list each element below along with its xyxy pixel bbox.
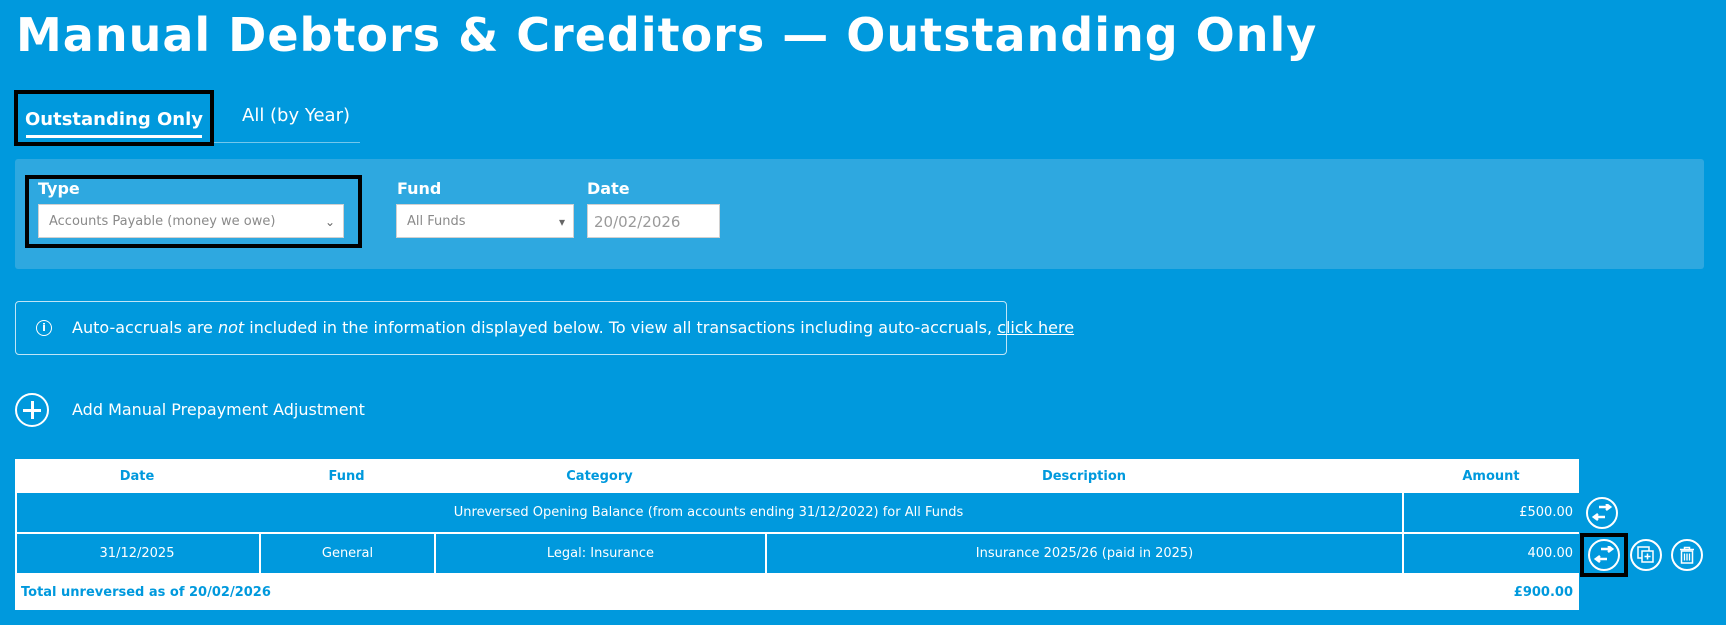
fund-label: Fund	[397, 179, 442, 198]
fund-select-value: All Funds	[407, 214, 466, 229]
column-header-date: Date	[119, 468, 155, 484]
row-description: Insurance 2025/26 (paid in 2025)	[767, 534, 1404, 573]
table-row: 31/12/2025 General Legal: Insurance Insu…	[15, 534, 1579, 575]
add-prepayment-adjustment-button[interactable]: Add Manual Prepayment Adjustment	[72, 400, 365, 419]
trash-icon[interactable]	[1671, 539, 1703, 571]
chevron-down-icon: ⌄	[324, 215, 335, 229]
opening-balance-description: Unreversed Opening Balance (from account…	[15, 493, 1404, 532]
reverse-arrows-icon[interactable]	[1586, 497, 1618, 529]
row-date: 31/12/2025	[15, 534, 261, 573]
table-left-border	[15, 493, 17, 575]
table-header: Date Fund Category Description Amount	[15, 459, 1579, 493]
info-message: Auto-accruals are not included in the in…	[72, 318, 1074, 337]
reverse-arrows-icon[interactable]	[1588, 539, 1620, 571]
date-input[interactable]: 20/02/2026	[587, 204, 720, 238]
tab-bar: Outstanding Only All (by Year)	[14, 90, 360, 146]
tab-outstanding-only[interactable]: Outstanding Only	[14, 90, 214, 146]
type-select-value: Accounts Payable (money we owe)	[49, 214, 276, 229]
page-title: Manual Debtors & Creditors — Outstanding…	[16, 8, 1318, 62]
filter-panel: Type Accounts Payable (money we owe) ⌄ F…	[15, 159, 1704, 269]
info-text-after: included in the information displayed be…	[244, 318, 998, 337]
column-header-fund: Fund	[328, 468, 365, 484]
row-amount: 400.00	[1527, 546, 1574, 561]
date-label: Date	[587, 179, 630, 198]
type-select[interactable]: Accounts Payable (money we owe) ⌄	[38, 204, 344, 238]
info-icon: i	[36, 320, 52, 336]
tab-all-by-year[interactable]: All (by Year)	[232, 90, 360, 146]
row-fund: General	[261, 534, 436, 573]
table-footer: Total unreversed as of 20/02/2026 £900.0…	[15, 575, 1579, 610]
auto-accrual-info-box: i Auto-accruals are not included in the …	[15, 301, 1074, 355]
column-header-description: Description	[1041, 468, 1127, 484]
row-category: Legal: Insurance	[436, 534, 767, 573]
column-header-amount: Amount	[1462, 468, 1520, 484]
total-label: Total unreversed as of 20/02/2026	[21, 585, 271, 600]
info-text-emphasis: not	[217, 318, 245, 337]
plus-circle-icon[interactable]	[15, 393, 49, 427]
click-here-link[interactable]: click here	[997, 318, 1074, 337]
copy-icon[interactable]	[1630, 539, 1662, 571]
type-label: Type	[38, 179, 80, 198]
column-header-category: Category	[566, 468, 633, 484]
info-text-before: Auto-accruals are	[72, 318, 218, 337]
caret-down-icon: ▾	[558, 215, 565, 229]
fund-select[interactable]: All Funds ▾	[396, 204, 574, 238]
table-row-opening-balance: Unreversed Opening Balance (from account…	[15, 493, 1579, 534]
total-amount: £900.00	[1513, 585, 1573, 600]
opening-balance-amount: £500.00	[1519, 505, 1573, 520]
